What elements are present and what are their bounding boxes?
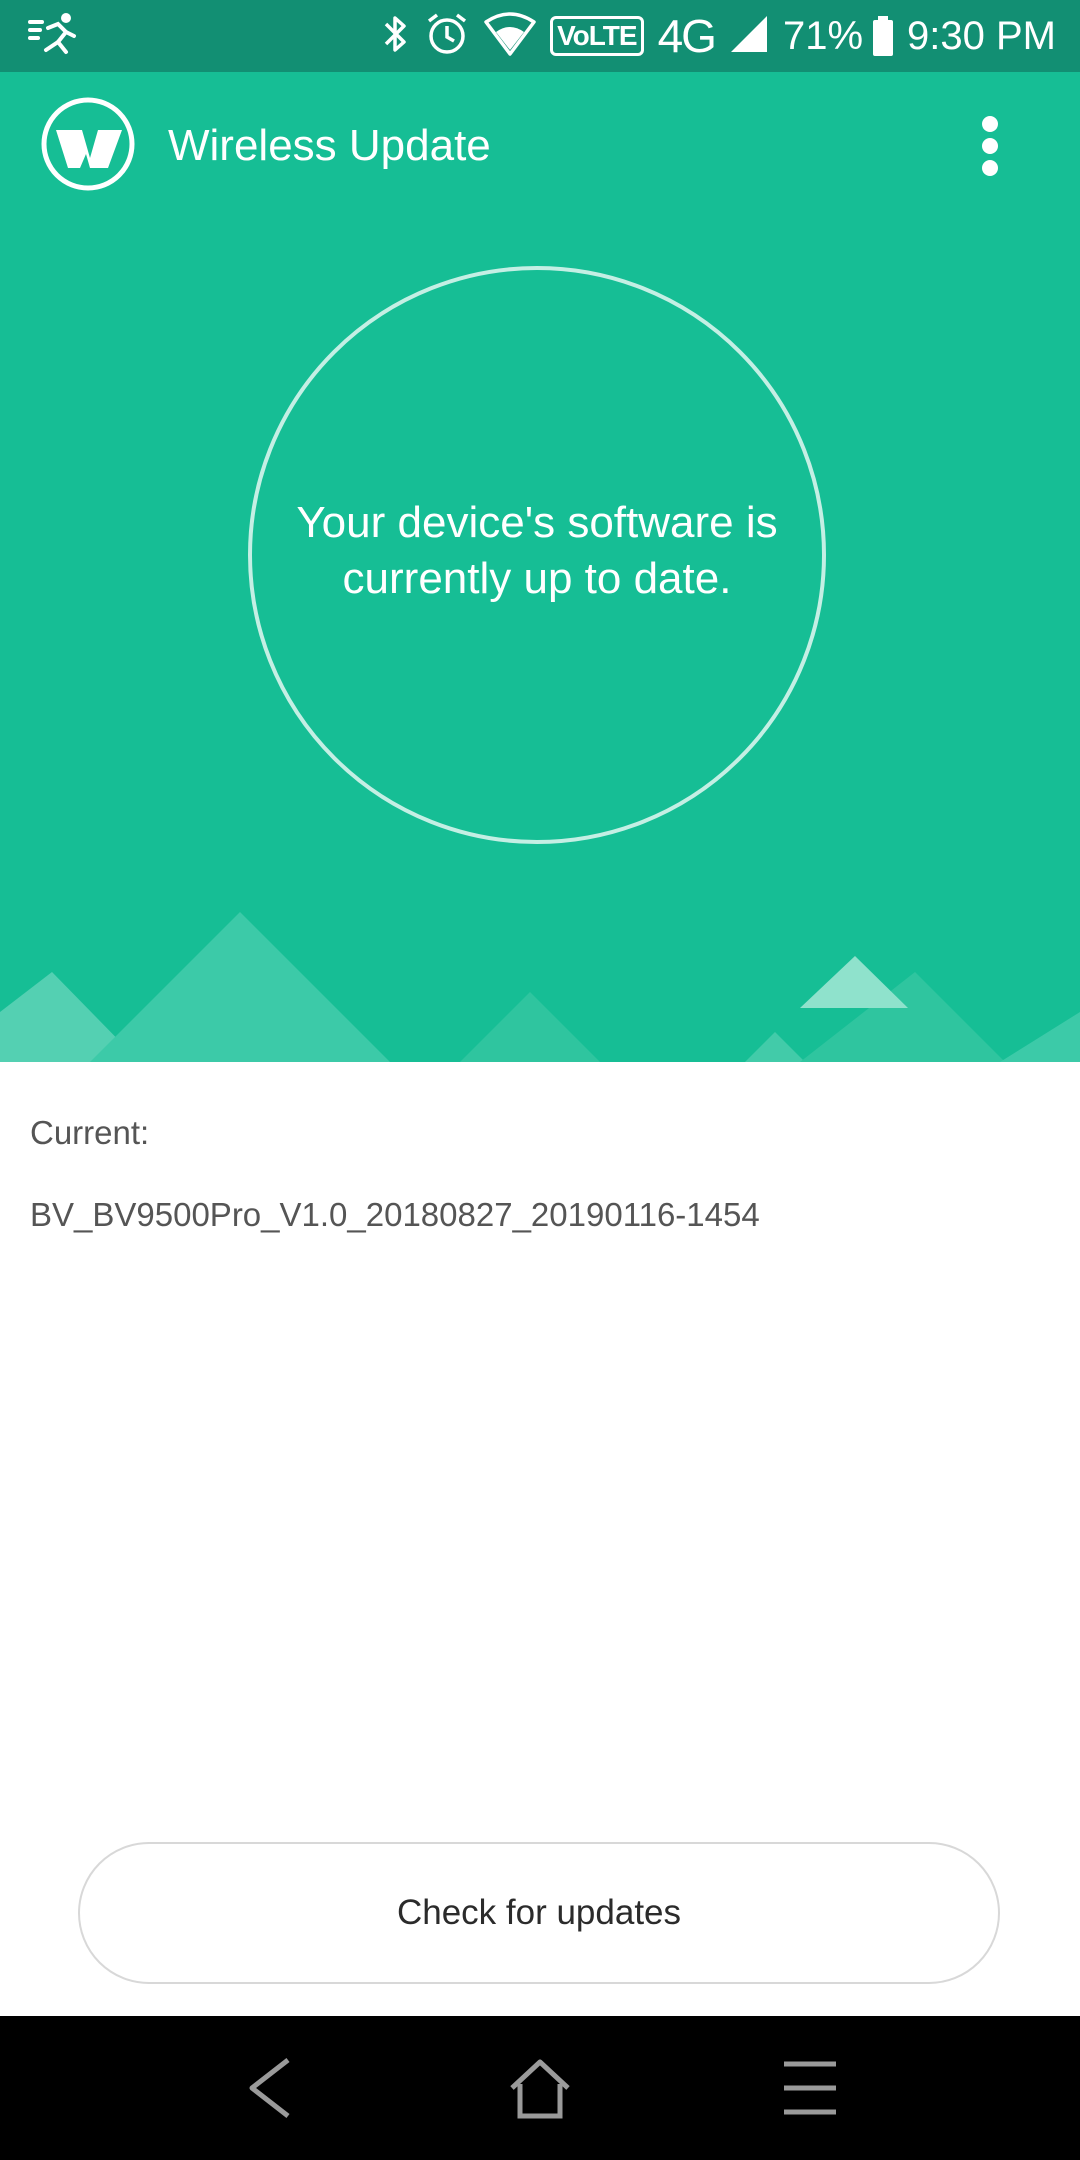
wifi-icon [484, 11, 536, 61]
clock: 9:30 PM [907, 14, 1056, 58]
current-version: BV_BV9500Pro_V1.0_20180827_20190116-1454 [30, 1196, 760, 1233]
activity-icon [28, 12, 78, 65]
status-circle: Your device's software is currently up t… [248, 266, 826, 844]
check-for-updates-button[interactable]: Check for updates [78, 1842, 1000, 1984]
alarm-icon [424, 11, 470, 62]
bluetooth-icon [380, 12, 410, 61]
status-message: Your device's software is currently up t… [296, 498, 778, 603]
home-icon[interactable] [500, 2052, 580, 2124]
app-title: Wireless Update [168, 121, 491, 170]
current-label: Current: [30, 1114, 150, 1151]
navigation-bar [0, 2016, 1080, 2160]
recents-icon[interactable] [770, 2052, 850, 2124]
volte-indicator: VoLTE [550, 16, 644, 56]
network-type: 4G [657, 10, 717, 62]
battery-icon [873, 16, 894, 56]
more-vert-icon[interactable] [960, 112, 1020, 180]
current-version-section: Current: BV_BV9500Pro_V1.0_20180827_2019… [30, 1105, 760, 1243]
status-bar: VoLTE 4G 71% 9:30 PM [0, 0, 1080, 72]
hero-banner: Wireless Update Your device's software i… [0, 72, 1080, 1062]
wireless-update-logo [40, 96, 136, 192]
signal-icon [729, 14, 769, 59]
back-icon[interactable] [230, 2052, 310, 2124]
battery-percent: 71% [782, 14, 864, 58]
